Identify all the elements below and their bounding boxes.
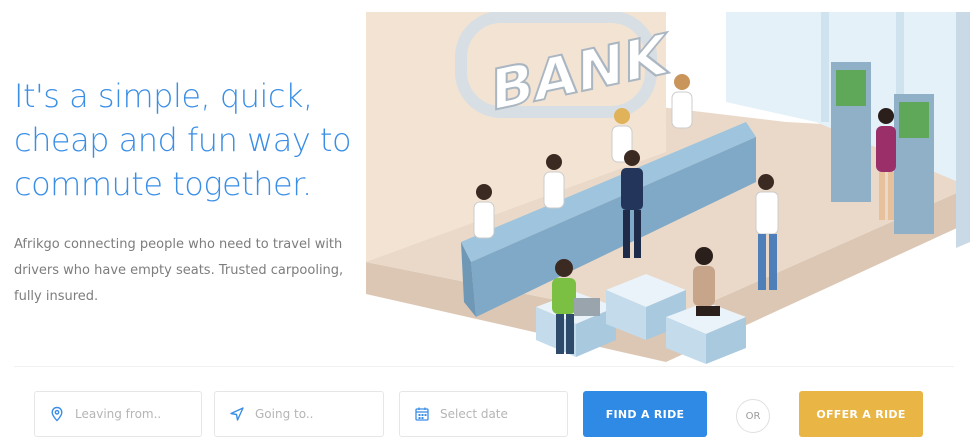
- going-to-placeholder: Going to..: [255, 407, 314, 421]
- or-divider: OR: [736, 399, 770, 433]
- going-to-field[interactable]: Going to..: [214, 391, 384, 437]
- teller: [671, 74, 693, 129]
- ride-search-bar: Leaving from.. Going to.. Select date FI…: [14, 366, 954, 448]
- calendar-icon: [415, 407, 429, 421]
- bank-illustration: BANK: [366, 12, 970, 364]
- date-placeholder: Select date: [440, 407, 508, 421]
- atm: [831, 62, 871, 202]
- hero-headline-line: It's a simple, quick,: [14, 77, 313, 115]
- leaving-from-placeholder: Leaving from..: [75, 407, 162, 421]
- hero-description-line: Afrikgo connecting people who need to tr…: [14, 237, 343, 252]
- navigation-arrow-icon: [230, 407, 244, 421]
- teller: [473, 184, 495, 239]
- hero-headline: It's a simple, quick, cheap and fun way …: [14, 74, 364, 206]
- teller: [543, 154, 565, 209]
- atm: [894, 94, 934, 234]
- hero-headline-line: commute together.: [14, 165, 312, 203]
- hero-description-line: drivers who have empty seats. Trusted ca…: [14, 263, 344, 278]
- hero-headline-line: cheap and fun way to: [14, 121, 352, 159]
- find-ride-button[interactable]: FIND A RIDE: [583, 391, 707, 437]
- map-pin-icon: [51, 406, 63, 422]
- hero-description-line: fully insured.: [14, 289, 99, 304]
- date-field[interactable]: Select date: [399, 391, 568, 437]
- leaving-from-field[interactable]: Leaving from..: [34, 391, 202, 437]
- offer-ride-button[interactable]: OFFER A RIDE: [799, 391, 923, 437]
- hero-description: Afrikgo connecting people who need to tr…: [14, 232, 354, 310]
